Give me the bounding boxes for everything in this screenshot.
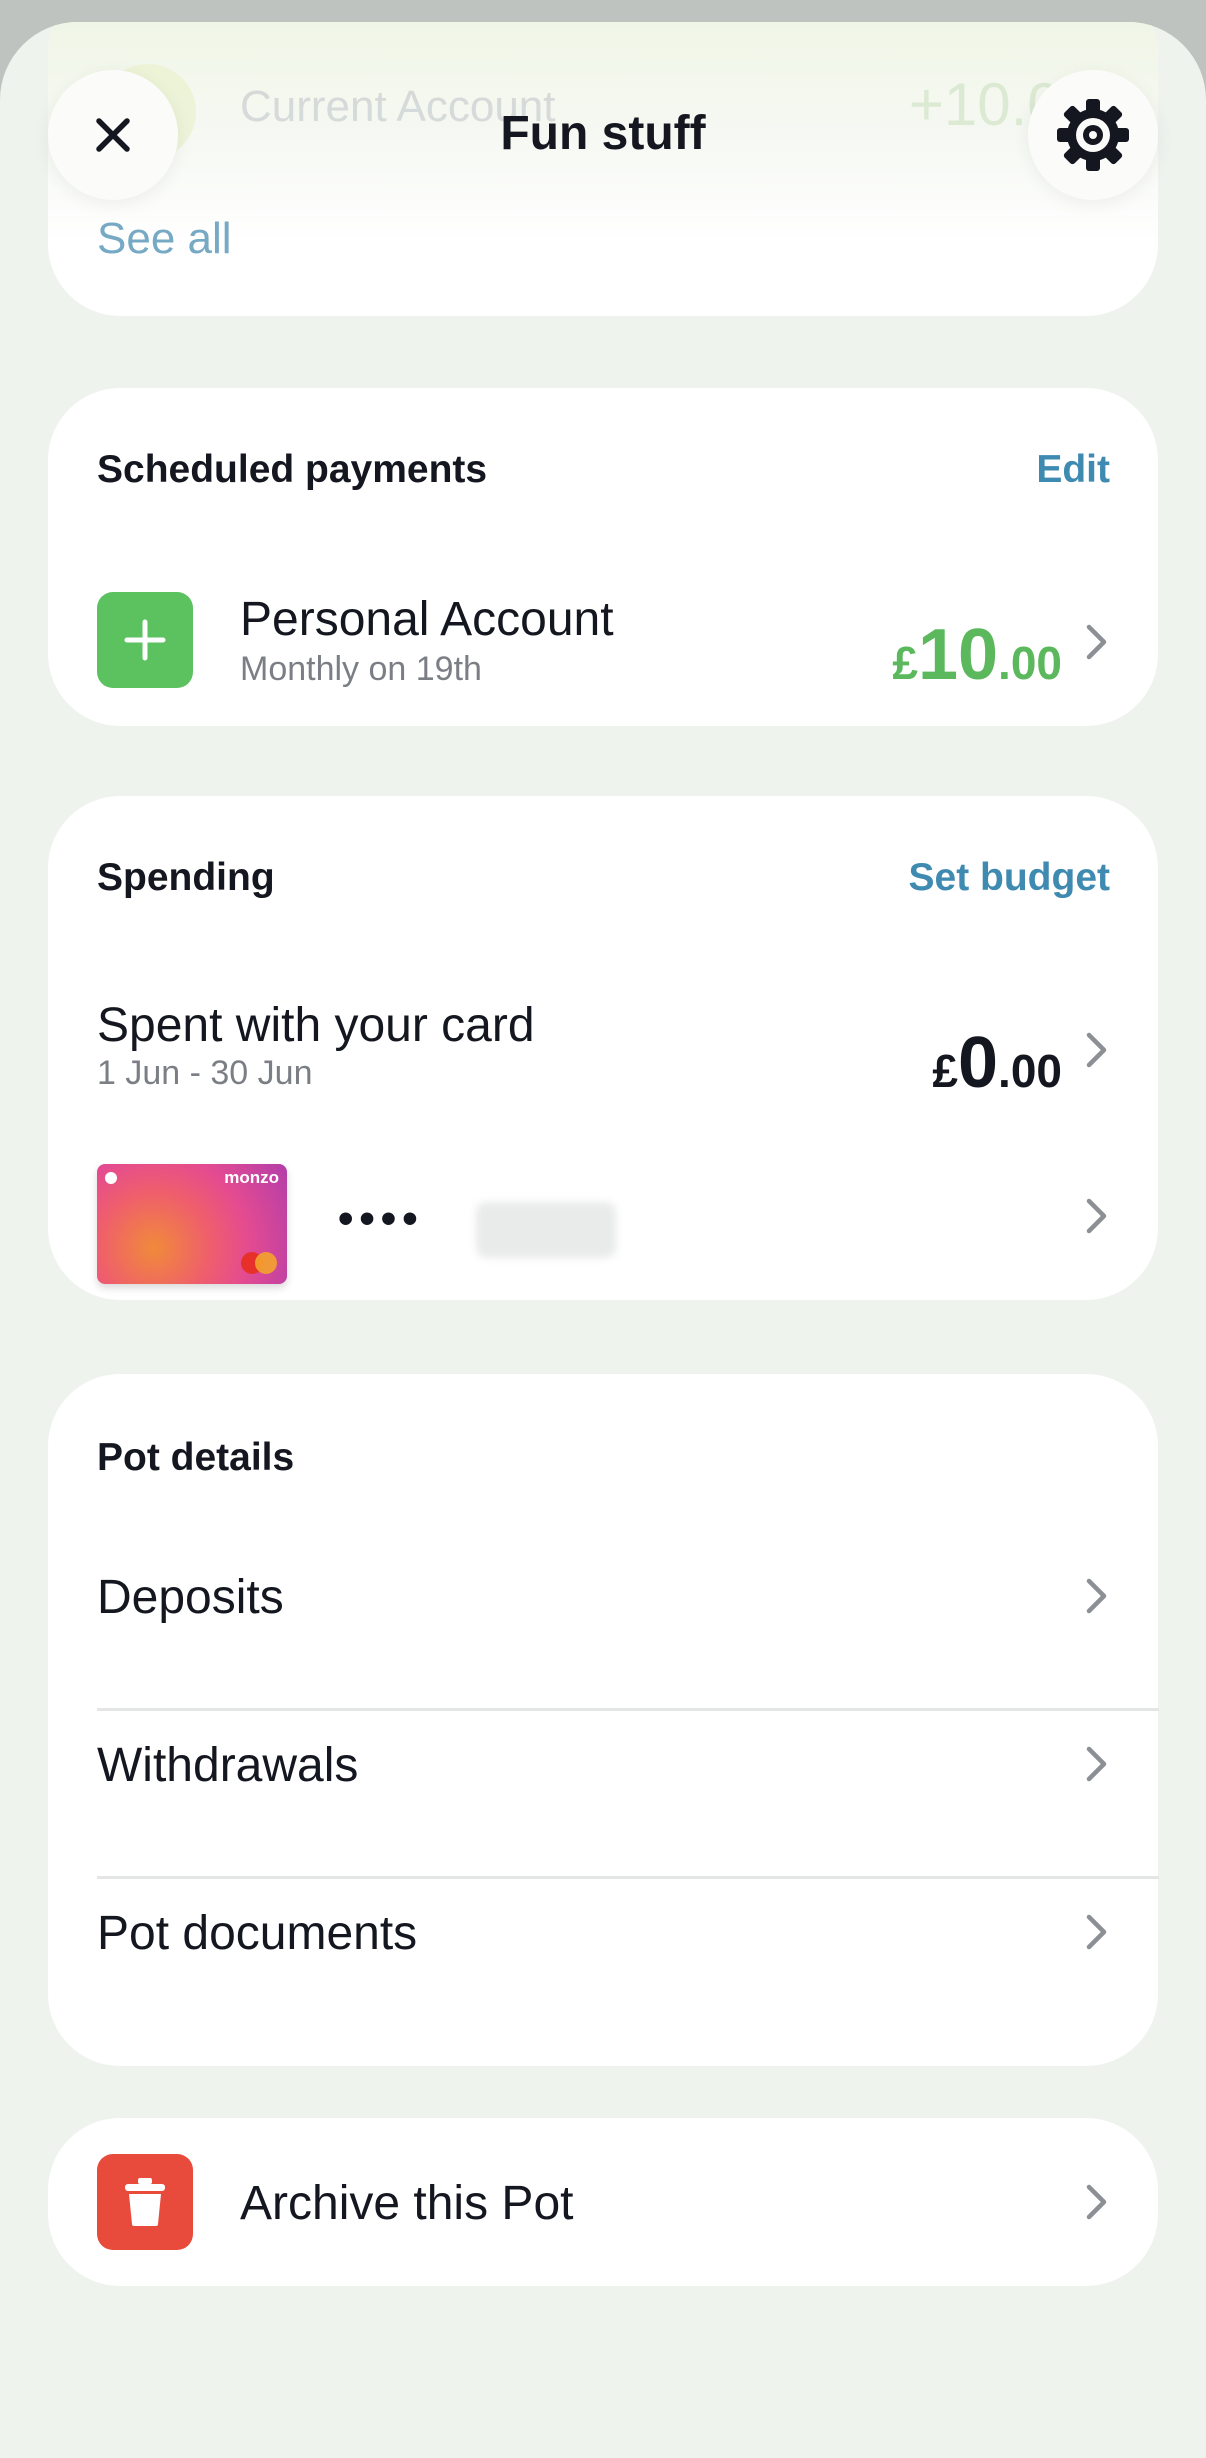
currency-symbol: £ — [932, 1045, 958, 1097]
archive-pot-row[interactable]: Archive this Pot — [48, 2118, 1158, 2286]
payment-recipient: Personal Account — [240, 593, 614, 646]
payment-frequency: Monthly on 19th — [240, 650, 482, 688]
amount-major: 0 — [958, 1023, 999, 1103]
amount-major: 10 — [917, 615, 999, 695]
scheduled-payments-card: Scheduled payments Edit Personal Account… — [48, 388, 1158, 726]
card-brand: monzo — [224, 1168, 279, 1187]
add-payment-icon — [97, 592, 193, 688]
see-all-link[interactable]: See all — [97, 214, 232, 264]
pot-details-card: Pot details Deposits Withdrawals Pot doc… — [48, 1374, 1159, 2066]
pot-documents-label: Pot documents — [97, 1907, 418, 1960]
pot-sheet: Current Account +10.00 See all Fun stuff — [0, 22, 1206, 2458]
gear-icon — [1057, 99, 1129, 171]
transactions-card: Current Account +10.00 See all — [48, 22, 1158, 316]
payment-amount: £10.00 — [892, 614, 1062, 696]
mastercard-icon-overlap — [255, 1252, 277, 1274]
chevron-right-icon — [1086, 1746, 1107, 1782]
spending-card: Spending Set budget Spent with your card… — [48, 796, 1158, 1300]
archive-label: Archive this Pot — [240, 2177, 574, 2230]
card-logo-dot — [105, 1172, 117, 1184]
withdrawals-label: Withdrawals — [97, 1739, 359, 1792]
card-number-redacted — [476, 1202, 616, 1258]
deposits-label: Deposits — [97, 1571, 284, 1624]
chevron-right-icon — [1086, 1914, 1107, 1950]
trash-icon — [125, 2178, 165, 2226]
chevron-right-icon — [1086, 2184, 1107, 2220]
chevron-right-icon — [1086, 1198, 1107, 1234]
settings-button[interactable] — [1028, 70, 1158, 200]
pot-details-title: Pot details — [97, 1436, 295, 1479]
spent-date-range: 1 Jun - 30 Jun — [97, 1054, 313, 1092]
scheduled-payments-title: Scheduled payments — [97, 448, 488, 491]
edit-button[interactable]: Edit — [1036, 448, 1110, 492]
spent-title: Spent with your card — [97, 999, 535, 1052]
divider — [97, 1876, 1159, 1879]
chevron-right-icon — [1086, 1578, 1107, 1614]
plus-icon — [124, 619, 166, 661]
chevron-right-icon — [1086, 1032, 1107, 1068]
card-number-mask: •••• — [338, 1194, 424, 1243]
spending-title: Spending — [97, 856, 275, 899]
spent-amount: £0.00 — [932, 1022, 1062, 1104]
currency-symbol: £ — [892, 637, 918, 689]
divider — [97, 1708, 1159, 1711]
amount-minor: .00 — [998, 1045, 1062, 1097]
amount-minor: .00 — [998, 637, 1062, 689]
chevron-right-icon — [1086, 624, 1107, 660]
page-title: Fun stuff — [500, 107, 706, 160]
archive-icon-tile — [97, 2154, 193, 2250]
set-budget-button[interactable]: Set budget — [909, 856, 1111, 900]
card-thumbnail: monzo — [97, 1164, 287, 1284]
